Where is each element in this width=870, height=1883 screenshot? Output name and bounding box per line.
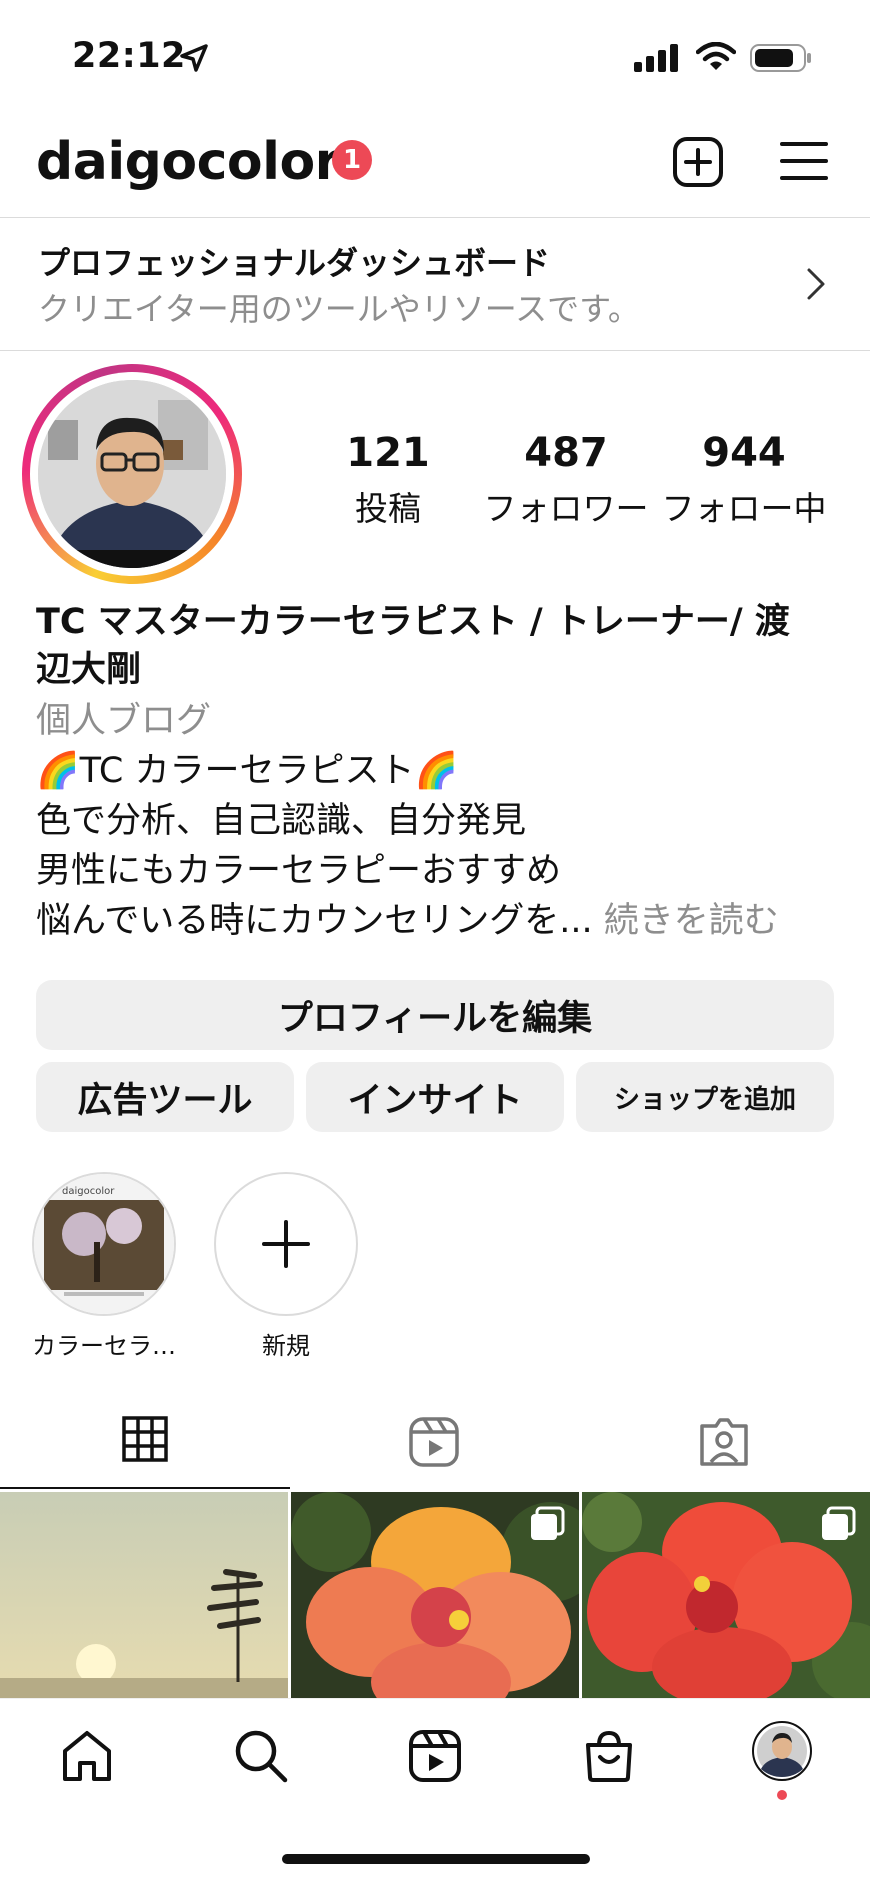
hamburger-menu-icon[interactable]	[780, 140, 828, 186]
highlight-cover: daigocolor	[32, 1172, 176, 1316]
professional-dashboard-row[interactable]: プロフェッショナルダッシュボード クリエイター用のツールやリソースです。	[0, 218, 870, 350]
active-tab-indicator	[0, 1487, 290, 1489]
highlight-label: 新規	[262, 1332, 310, 1360]
home-indicator[interactable]	[282, 1854, 590, 1864]
create-post-icon[interactable]	[672, 136, 724, 192]
bio-line: 🌈TC カラーセラピスト🌈	[36, 751, 459, 791]
following-label: フォロー中	[661, 489, 827, 528]
multiple-photos-icon	[529, 1506, 565, 1546]
highlight-item[interactable]: daigocolor カラーセラ…	[32, 1172, 176, 1361]
insights-button[interactable]: インサイト	[306, 1062, 564, 1132]
shop-icon[interactable]	[582, 1729, 636, 1787]
dashboard-subtitle: クリエイター用のツールやリソースです。	[38, 290, 640, 328]
bio-line: 色で分析、自己認識、自分発見	[36, 801, 527, 841]
location-arrow-icon	[178, 42, 210, 78]
status-time: 22:12	[72, 36, 186, 76]
post-tile[interactable]	[582, 1492, 870, 1698]
post-tile[interactable]	[291, 1492, 579, 1698]
search-icon[interactable]	[234, 1729, 288, 1787]
bio-line: 悩んでいる時にカウンセリングを...	[36, 901, 593, 941]
bio-line-truncated: 悩んでいる時にカウンセリングを... 続きを読む	[36, 896, 836, 946]
post-tile[interactable]	[0, 1492, 288, 1698]
dashboard-title: プロフェッショナルダッシュボード	[38, 244, 551, 282]
plus-icon	[262, 1220, 310, 1268]
edit-profile-button[interactable]: プロフィールを編集	[36, 980, 834, 1050]
cellular-signal-icon	[634, 44, 680, 76]
highlight-label: カラーセラ…	[32, 1332, 176, 1360]
tagged-icon[interactable]	[698, 1416, 750, 1472]
activity-dot	[777, 1790, 787, 1800]
display-name-line2: 辺大剛	[36, 650, 142, 690]
new-highlight-circle	[214, 1172, 358, 1316]
divider	[0, 350, 870, 351]
read-more-link[interactable]: 続きを読む	[593, 901, 779, 941]
grid-icon[interactable]	[122, 1416, 168, 1466]
profile-header: daigocolor 1	[0, 118, 870, 218]
home-icon[interactable]	[60, 1729, 114, 1787]
reels-tab-icon[interactable]	[408, 1416, 460, 1472]
stat-following[interactable]: 944 フォロー中	[634, 430, 854, 530]
reels-icon[interactable]	[408, 1729, 462, 1787]
battery-icon	[750, 44, 812, 76]
profile-bio: TC マスターカラーセラピスト / トレーナー/ 渡 辺大剛 個人ブログ 🌈TC…	[36, 598, 836, 946]
display-name-line1: TC マスターカラーセラピスト / トレーナー/ 渡	[36, 602, 790, 642]
username-title[interactable]: daigocolor	[36, 132, 340, 192]
avatar-photo	[38, 380, 226, 568]
profile-category: 個人ブログ	[36, 701, 212, 741]
following-count: 944	[702, 430, 786, 476]
notification-badge[interactable]: 1	[332, 140, 372, 180]
ad-tools-button[interactable]: 広告ツール	[36, 1062, 294, 1132]
highlight-thumb-caption: daigocolor	[62, 1186, 115, 1197]
chevron-right-icon	[804, 266, 828, 306]
status-bar: 22:12	[0, 0, 870, 110]
new-highlight-button[interactable]: 新規	[214, 1172, 358, 1361]
profile-avatar-nav[interactable]	[752, 1721, 812, 1785]
bio-line: 男性にもカラーセラピーおすすめ	[36, 851, 562, 891]
wifi-icon	[695, 41, 737, 76]
add-shop-button[interactable]: ショップを追加	[576, 1062, 834, 1132]
profile-avatar[interactable]	[22, 364, 242, 584]
multiple-photos-icon	[820, 1506, 856, 1546]
